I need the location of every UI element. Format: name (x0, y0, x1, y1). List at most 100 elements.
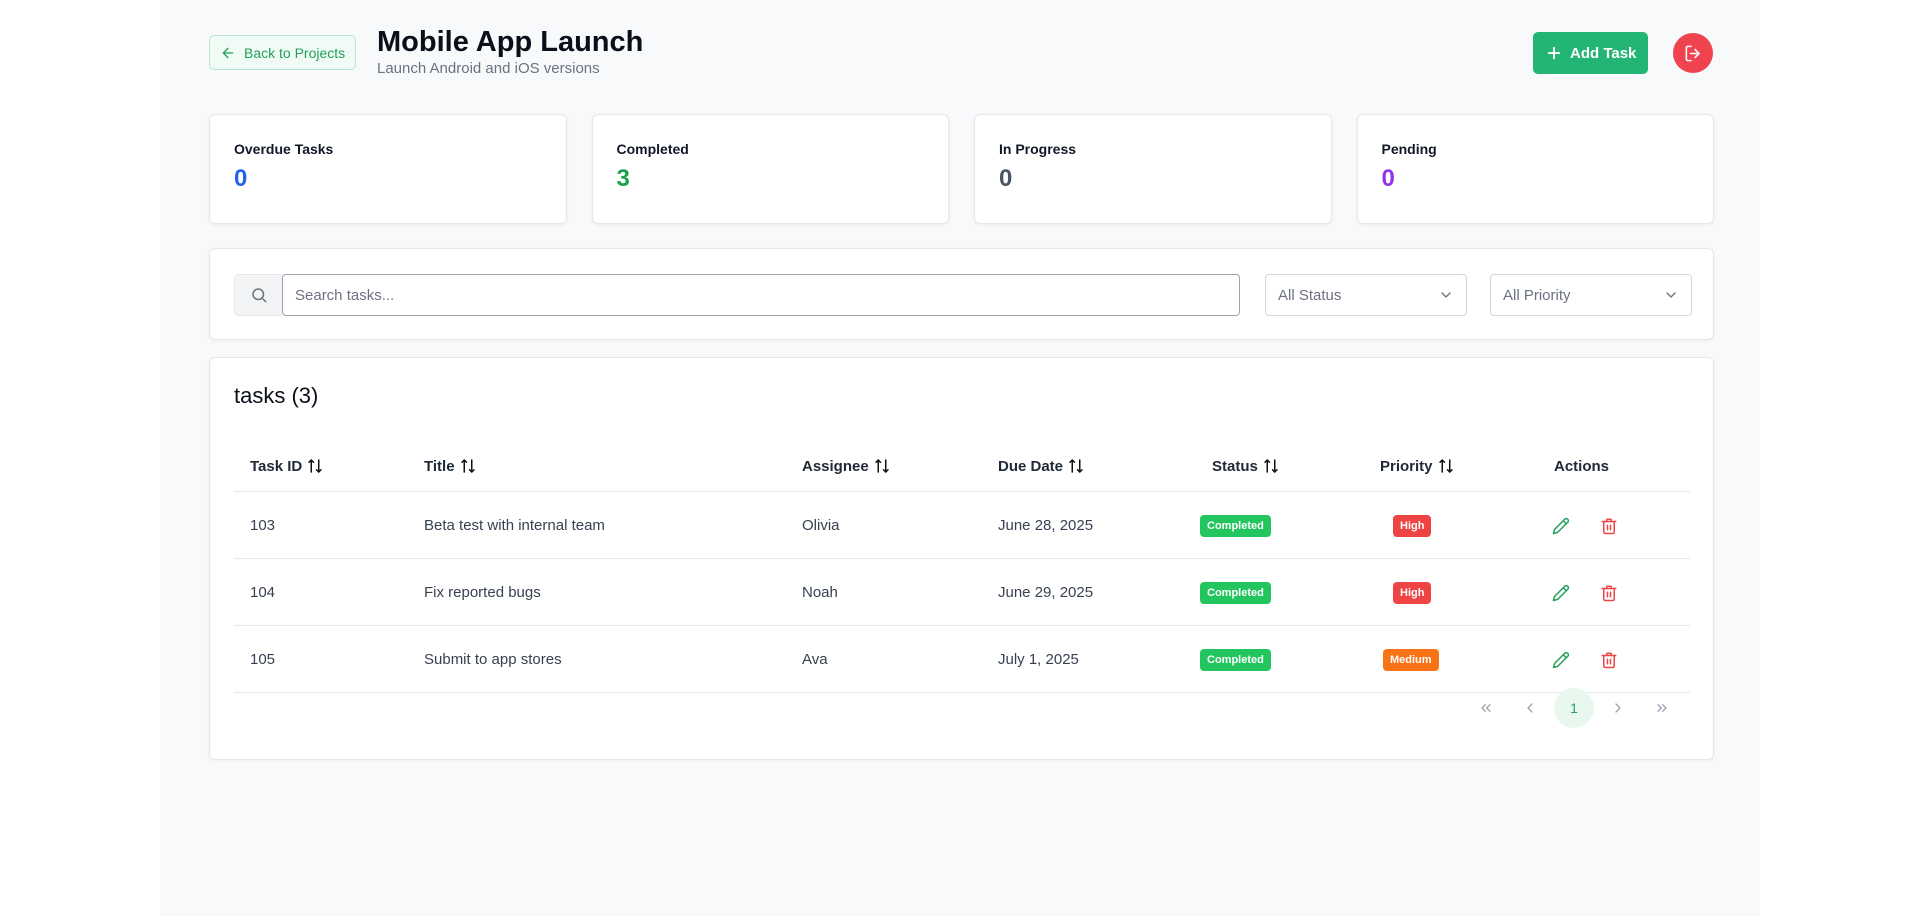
priority-badge: High (1393, 514, 1432, 537)
trash-icon (1601, 518, 1617, 534)
cell-task-id: 103 (250, 517, 276, 534)
prev-page-button[interactable] (1510, 688, 1550, 728)
cell-assignee: Ava (802, 651, 828, 668)
next-page-button[interactable] (1598, 688, 1638, 728)
stat-card-completed: Completed 3 (591, 114, 949, 224)
cell-due-date: June 29, 2025 (998, 584, 1094, 601)
stat-value: 0 (234, 165, 248, 192)
search-icon (251, 288, 266, 303)
cell-due-date: July 1, 2025 (998, 651, 1079, 668)
column-header-assignee[interactable]: Assignee (802, 440, 891, 492)
sort-icon (1438, 459, 1453, 473)
stat-card-pending: Pending 0 (1356, 114, 1714, 224)
column-label: Actions (1554, 457, 1610, 475)
page-subtitle: Launch Android and iOS versions (377, 60, 600, 77)
filter-bar: All Status All Priority (209, 248, 1714, 340)
status-filter-value: All Status (1278, 286, 1342, 304)
column-header-priority[interactable]: Priority (1380, 440, 1455, 492)
stat-value: 3 (616, 165, 630, 192)
cell-status: Completed (1200, 559, 1271, 626)
delete-task-button[interactable] (1597, 581, 1621, 605)
title-block: Mobile App Launch Launch Android and iOS… (377, 24, 643, 77)
first-page-button[interactable] (1466, 688, 1506, 728)
table-row: 104 Fix reported bugs Noah June 29, 2025… (234, 559, 1690, 626)
stat-label: In Progress (999, 141, 1077, 157)
add-task-button[interactable]: Add Task (1533, 32, 1649, 74)
page-number-button[interactable]: 1 (1554, 688, 1594, 728)
edit-task-button[interactable] (1549, 581, 1573, 605)
stat-value: 0 (1381, 165, 1395, 192)
logout-button[interactable] (1673, 33, 1713, 73)
chevron-down-icon (1441, 292, 1451, 298)
column-header-due-date[interactable]: Due Date (998, 440, 1085, 492)
cell-status: Completed (1200, 626, 1271, 693)
column-header-task-id[interactable]: Task ID (250, 440, 324, 492)
cell-title: Submit to app stores (424, 651, 562, 668)
table-row: 103 Beta test with internal team Olivia … (234, 492, 1690, 559)
cell-task-id: 104 (250, 584, 276, 601)
table-title: tasks (3) (234, 383, 319, 408)
cell-assignee: Noah (802, 584, 838, 601)
stat-card-overdue: Overdue Tasks 0 (209, 114, 567, 224)
chevrons-left-icon (1481, 704, 1491, 712)
tasks-table-card: tasks (3) Task ID Title Assignee Due Dat… (209, 357, 1714, 760)
priority-filter-select[interactable]: All Priority (1490, 274, 1692, 316)
priority-filter-value: All Priority (1503, 286, 1571, 304)
sort-icon (1069, 459, 1083, 473)
pagination: 1 (1466, 688, 1682, 728)
priority-badge: High (1393, 581, 1432, 604)
stat-label: Overdue Tasks (234, 141, 334, 157)
column-header-title[interactable]: Title (424, 440, 477, 492)
status-badge: Completed (1200, 648, 1271, 671)
column-header-actions: Actions (1554, 440, 1609, 492)
back-button-label: Back to Projects (244, 44, 346, 61)
cell-title: Fix reported bugs (424, 584, 541, 601)
cell-actions (1549, 626, 1621, 693)
chevron-down-icon (1666, 292, 1676, 298)
column-label: Due Date (998, 457, 1064, 475)
delete-task-button[interactable] (1597, 648, 1621, 672)
search-icon-box (234, 274, 282, 316)
cell-status: Completed (1200, 492, 1271, 559)
pencil-icon (1552, 651, 1570, 668)
column-label: Status (1212, 457, 1258, 475)
status-badge: Completed (1200, 514, 1271, 537)
edit-task-button[interactable] (1549, 514, 1573, 538)
stat-label: Completed (616, 141, 689, 157)
sort-icon (460, 459, 475, 473)
last-page-button[interactable] (1642, 688, 1682, 728)
column-label: Title (424, 457, 455, 475)
stats-row: Overdue Tasks 0 Completed 3 In Progress … (209, 114, 1714, 224)
page-header: Back to Projects Mobile App Launch Launc… (209, 0, 1714, 90)
page-background: Back to Projects Mobile App Launch Launc… (160, 0, 1760, 916)
cell-priority: Medium (1383, 626, 1439, 693)
status-badge: Completed (1200, 581, 1271, 604)
edit-task-button[interactable] (1549, 648, 1573, 672)
delete-task-button[interactable] (1597, 514, 1621, 538)
cell-title: Beta test with internal team (424, 517, 605, 534)
plus-icon (1547, 46, 1561, 60)
cell-due-date: June 28, 2025 (998, 517, 1094, 534)
trash-icon (1601, 652, 1617, 668)
cell-actions (1549, 559, 1621, 626)
table-header: Task ID Title Assignee Due Date Status P… (234, 440, 1690, 492)
back-to-projects-button[interactable]: Back to Projects (209, 35, 357, 70)
search-input[interactable] (282, 274, 1240, 316)
status-filter-select[interactable]: All Status (1265, 274, 1467, 316)
logout-icon (1685, 45, 1700, 61)
sort-icon (874, 459, 889, 473)
column-header-status[interactable]: Status (1212, 440, 1280, 492)
chevron-left-icon (1527, 703, 1533, 713)
stat-label: Pending (1381, 141, 1437, 157)
table-row: 105 Submit to app stores Ava July 1, 202… (234, 626, 1690, 693)
cell-priority: High (1393, 559, 1432, 626)
stat-card-in-progress: In Progress 0 (974, 114, 1332, 224)
arrow-left-icon (222, 47, 234, 58)
priority-badge: Medium (1383, 648, 1439, 671)
sort-icon (308, 459, 322, 473)
column-label: Task ID (250, 457, 303, 475)
chevron-right-icon (1615, 703, 1621, 713)
trash-icon (1601, 585, 1617, 601)
page-title: Mobile App Launch (377, 26, 644, 58)
stat-value: 0 (999, 165, 1013, 192)
